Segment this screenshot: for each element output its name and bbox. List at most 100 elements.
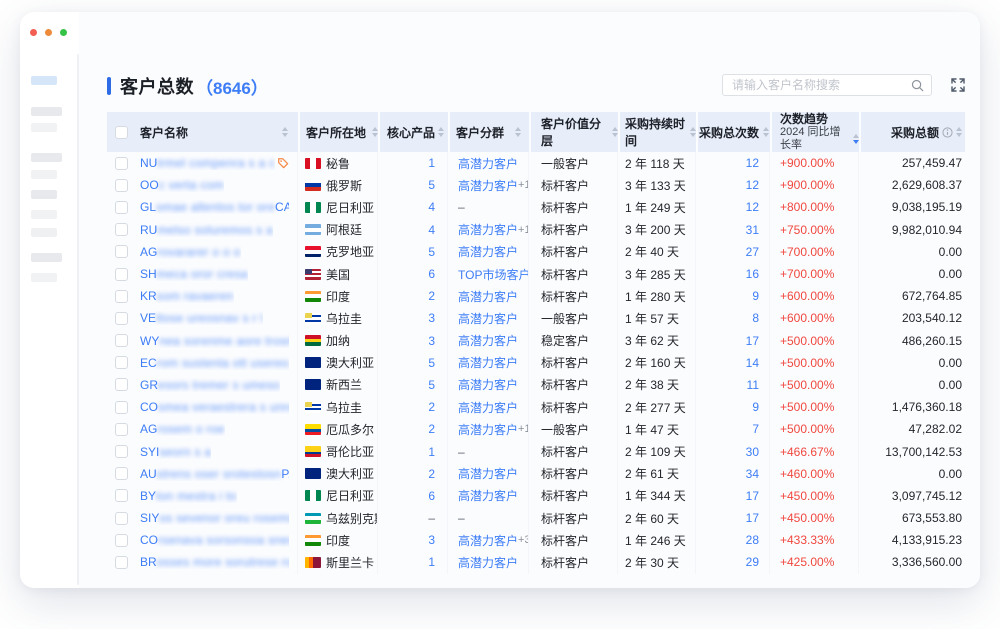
sort-icon[interactable] xyxy=(763,127,769,137)
sort-icon[interactable] xyxy=(282,127,288,137)
segment-link[interactable]: 高潜力客户 xyxy=(458,155,518,172)
purchase-count-link[interactable]: 11 xyxy=(747,378,759,392)
customer-name-link[interactable]: NUtrmel compenra s a c xyxy=(140,156,275,170)
segment-link[interactable]: TOP市场客户 xyxy=(458,266,529,283)
customer-name-link[interactable]: ECrom sustenla ott usereo xyxy=(140,356,289,370)
purchase-count-link[interactable]: 9 xyxy=(752,289,759,303)
table-row[interactable]: SHmeca oror cresa 美国 6 TOP市场客户 标杆客户 3 年 … xyxy=(107,263,965,285)
tag-icon[interactable] xyxy=(277,157,289,169)
core-product-count[interactable]: 4 xyxy=(428,223,435,237)
core-product-count[interactable]: 5 xyxy=(428,356,435,370)
segment-link[interactable]: – xyxy=(458,200,465,214)
table-row[interactable]: OOc verta com 俄罗斯 5 高潜力客户 +1 标杆客户 3 年 13… xyxy=(107,174,965,196)
customer-name-link[interactable]: SYIseorn s a xyxy=(140,445,211,459)
row-checkbox[interactable] xyxy=(115,290,128,303)
row-checkbox[interactable] xyxy=(115,445,128,458)
customer-name-link[interactable]: COsmea veraestrera s unreR... xyxy=(140,400,289,414)
segment-link[interactable]: 高潜力客户 xyxy=(458,288,518,305)
segment-link[interactable]: 高潜力客户 xyxy=(458,532,518,549)
purchase-count-link[interactable]: 16 xyxy=(746,267,759,281)
sort-icon[interactable] xyxy=(612,127,618,137)
core-product-count[interactable]: 5 xyxy=(428,245,435,259)
segment-link[interactable]: 高潜力客户 xyxy=(458,354,518,371)
core-product-count[interactable]: 3 xyxy=(428,311,435,325)
core-product-count[interactable]: 6 xyxy=(428,267,435,281)
row-checkbox[interactable] xyxy=(115,423,128,436)
customer-name-link[interactable]: COrsenava sorsonsoa sneustE ... xyxy=(140,533,289,547)
core-product-count[interactable]: 6 xyxy=(428,489,435,503)
customer-name-link[interactable]: OOc verta com xyxy=(140,178,224,192)
purchase-count-link[interactable]: 12 xyxy=(746,156,759,170)
customer-name-link[interactable]: KRsom ravaeren xyxy=(140,289,234,303)
purchase-count-link[interactable]: 14 xyxy=(746,356,759,370)
row-checkbox[interactable] xyxy=(115,201,128,214)
purchase-count-link[interactable]: 9 xyxy=(752,400,759,414)
purchase-count-link[interactable]: 17 xyxy=(746,511,759,525)
table-row[interactable]: SIYos sevenor oreu rosemsX... 乌兹别克斯坦 – –… xyxy=(107,507,965,529)
row-checkbox[interactable] xyxy=(115,512,128,525)
customer-name-link[interactable]: VEttose ureosnav s r l xyxy=(140,311,263,325)
purchase-count-link[interactable]: 31 xyxy=(746,223,759,237)
core-product-count[interactable]: 1 xyxy=(428,445,435,459)
column-header-location[interactable]: 客户所在地 xyxy=(300,112,378,152)
customer-name-link[interactable]: BRosses more sorutrese rotLTD xyxy=(140,555,289,569)
table-row[interactable]: NUtrmel compenra s a c 秘鲁 1 高潜力客户 一般客户 2… xyxy=(107,152,965,174)
column-header-value-tier[interactable]: 客户价值分层 xyxy=(531,112,618,152)
purchase-count-link[interactable]: 7 xyxy=(752,422,759,436)
search-input[interactable] xyxy=(723,78,911,92)
core-product-count[interactable]: 5 xyxy=(428,178,435,192)
core-product-count[interactable]: 1 xyxy=(428,555,435,569)
row-checkbox[interactable] xyxy=(115,556,128,569)
sort-icon[interactable] xyxy=(515,127,521,137)
customer-name-link[interactable]: WYnea sorenme aore trosnU... xyxy=(140,334,289,348)
segment-link[interactable]: 高潜力客户 xyxy=(458,487,518,504)
row-checkbox[interactable] xyxy=(115,467,128,480)
segment-link[interactable]: 高潜力客户 xyxy=(458,221,518,238)
row-checkbox[interactable] xyxy=(115,223,128,236)
table-row[interactable]: ECrom sustenla ott usereo 澳大利亚 5 高潜力客户 标… xyxy=(107,352,965,374)
column-header-purchase-count[interactable]: 采购总次数 xyxy=(698,112,770,152)
row-checkbox[interactable] xyxy=(115,157,128,170)
table-row[interactable]: AGrosem o roe 厄瓜多尔 2 高潜力客户 +1 一般客户 1 年 4… xyxy=(107,418,965,440)
sort-icon[interactable] xyxy=(690,127,696,137)
column-header-core-product[interactable]: 核心产品 xyxy=(380,112,448,152)
column-header-amount[interactable]: 采购总额 xyxy=(861,112,965,152)
segment-link[interactable]: 高潜力客户 xyxy=(458,332,518,349)
purchase-count-link[interactable]: 17 xyxy=(746,489,759,503)
segment-link[interactable]: – xyxy=(458,445,465,459)
purchase-count-link[interactable]: 17 xyxy=(746,334,759,348)
segment-link[interactable]: – xyxy=(458,511,465,525)
row-checkbox[interactable] xyxy=(115,334,128,347)
sort-icon[interactable] xyxy=(438,127,444,137)
table-row[interactable]: AUstrens oser srotestosnP... 澳大利亚 2 高潜力客… xyxy=(107,463,965,485)
table-row[interactable]: AGrovararer o o o 克罗地亚 5 高潜力客户 标杆客户 2 年 … xyxy=(107,241,965,263)
sort-icon[interactable] xyxy=(956,127,962,137)
sort-icon[interactable] xyxy=(372,127,378,137)
customer-name-link[interactable]: AGrovararer o o o xyxy=(140,245,241,259)
customer-name-link[interactable]: GLomae allentos tor oreCA... xyxy=(140,200,289,214)
core-product-count[interactable]: 1 xyxy=(428,156,435,170)
table-row[interactable]: VEttose ureosnav s r l 乌拉圭 3 高潜力客户 一般客户 … xyxy=(107,307,965,329)
core-product-count[interactable]: 2 xyxy=(428,467,435,481)
table-row[interactable]: GLomae allentos tor oreCA... 尼日利亚 4 – 标杆… xyxy=(107,196,965,218)
column-header-trend[interactable]: 次数趋势 2024 同比增长率 xyxy=(772,112,859,152)
column-header-name[interactable]: 客户名称 xyxy=(107,112,298,152)
core-product-count[interactable]: 3 xyxy=(428,334,435,348)
segment-link[interactable]: 高潜力客户 xyxy=(458,399,518,416)
sort-icon-active[interactable] xyxy=(853,134,859,144)
segment-link[interactable]: 高潜力客户 xyxy=(458,376,518,393)
core-product-count[interactable]: – xyxy=(428,511,435,525)
segment-link[interactable]: 高潜力客户 xyxy=(458,310,518,327)
customer-name-link[interactable]: RUmelso soluremos s a xyxy=(140,223,273,237)
core-product-count[interactable]: 5 xyxy=(428,378,435,392)
core-product-count[interactable]: 3 xyxy=(428,533,435,547)
purchase-count-link[interactable]: 12 xyxy=(746,178,759,192)
purchase-count-link[interactable]: 30 xyxy=(746,445,759,459)
row-checkbox[interactable] xyxy=(115,378,128,391)
segment-link[interactable]: 高潜力客户 xyxy=(458,177,518,194)
segment-link[interactable]: 高潜力客户 xyxy=(458,421,518,438)
table-row[interactable]: GResors tremer s umeso 新西兰 5 高潜力客户 标杆客户 … xyxy=(107,374,965,396)
core-product-count[interactable]: 2 xyxy=(428,289,435,303)
table-row[interactable]: RUmelso soluremos s a 阿根廷 4 高潜力客户 +1 标杆客… xyxy=(107,219,965,241)
segment-link[interactable]: 高潜力客户 xyxy=(458,243,518,260)
